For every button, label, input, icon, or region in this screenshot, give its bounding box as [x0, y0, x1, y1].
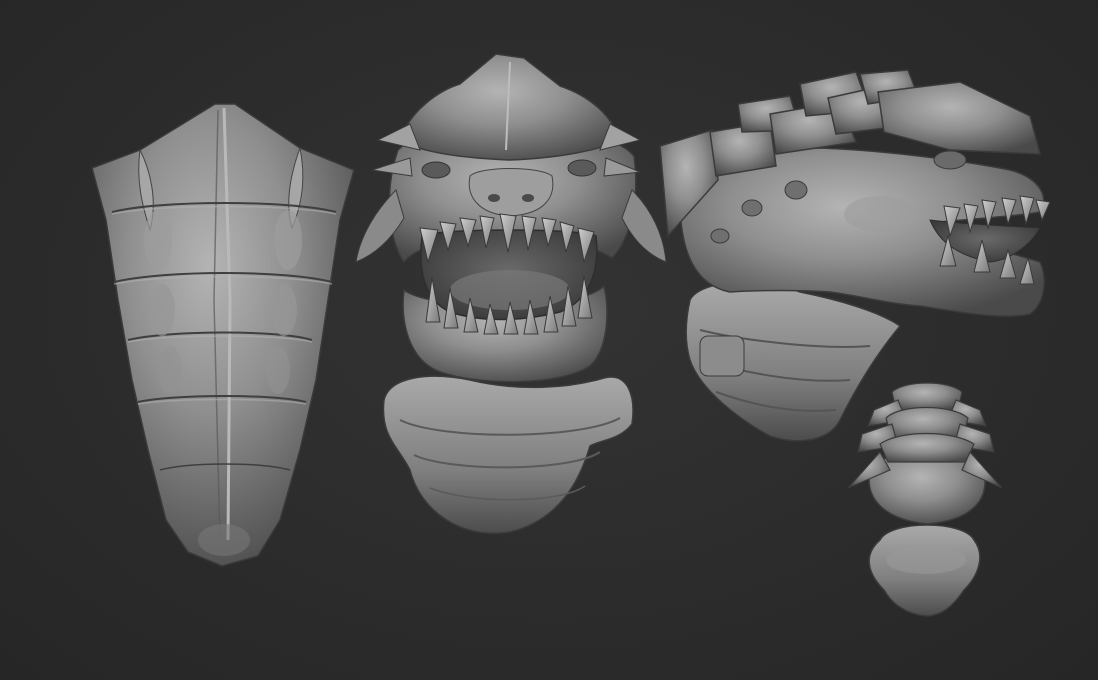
- back-view-model: [847, 382, 1003, 617]
- side-view-model: [659, 69, 1051, 442]
- front-view-model: [355, 53, 667, 534]
- viewport: [0, 0, 1098, 680]
- sculpt-canvas: [91, 53, 1051, 617]
- top-view-model: [91, 103, 355, 567]
